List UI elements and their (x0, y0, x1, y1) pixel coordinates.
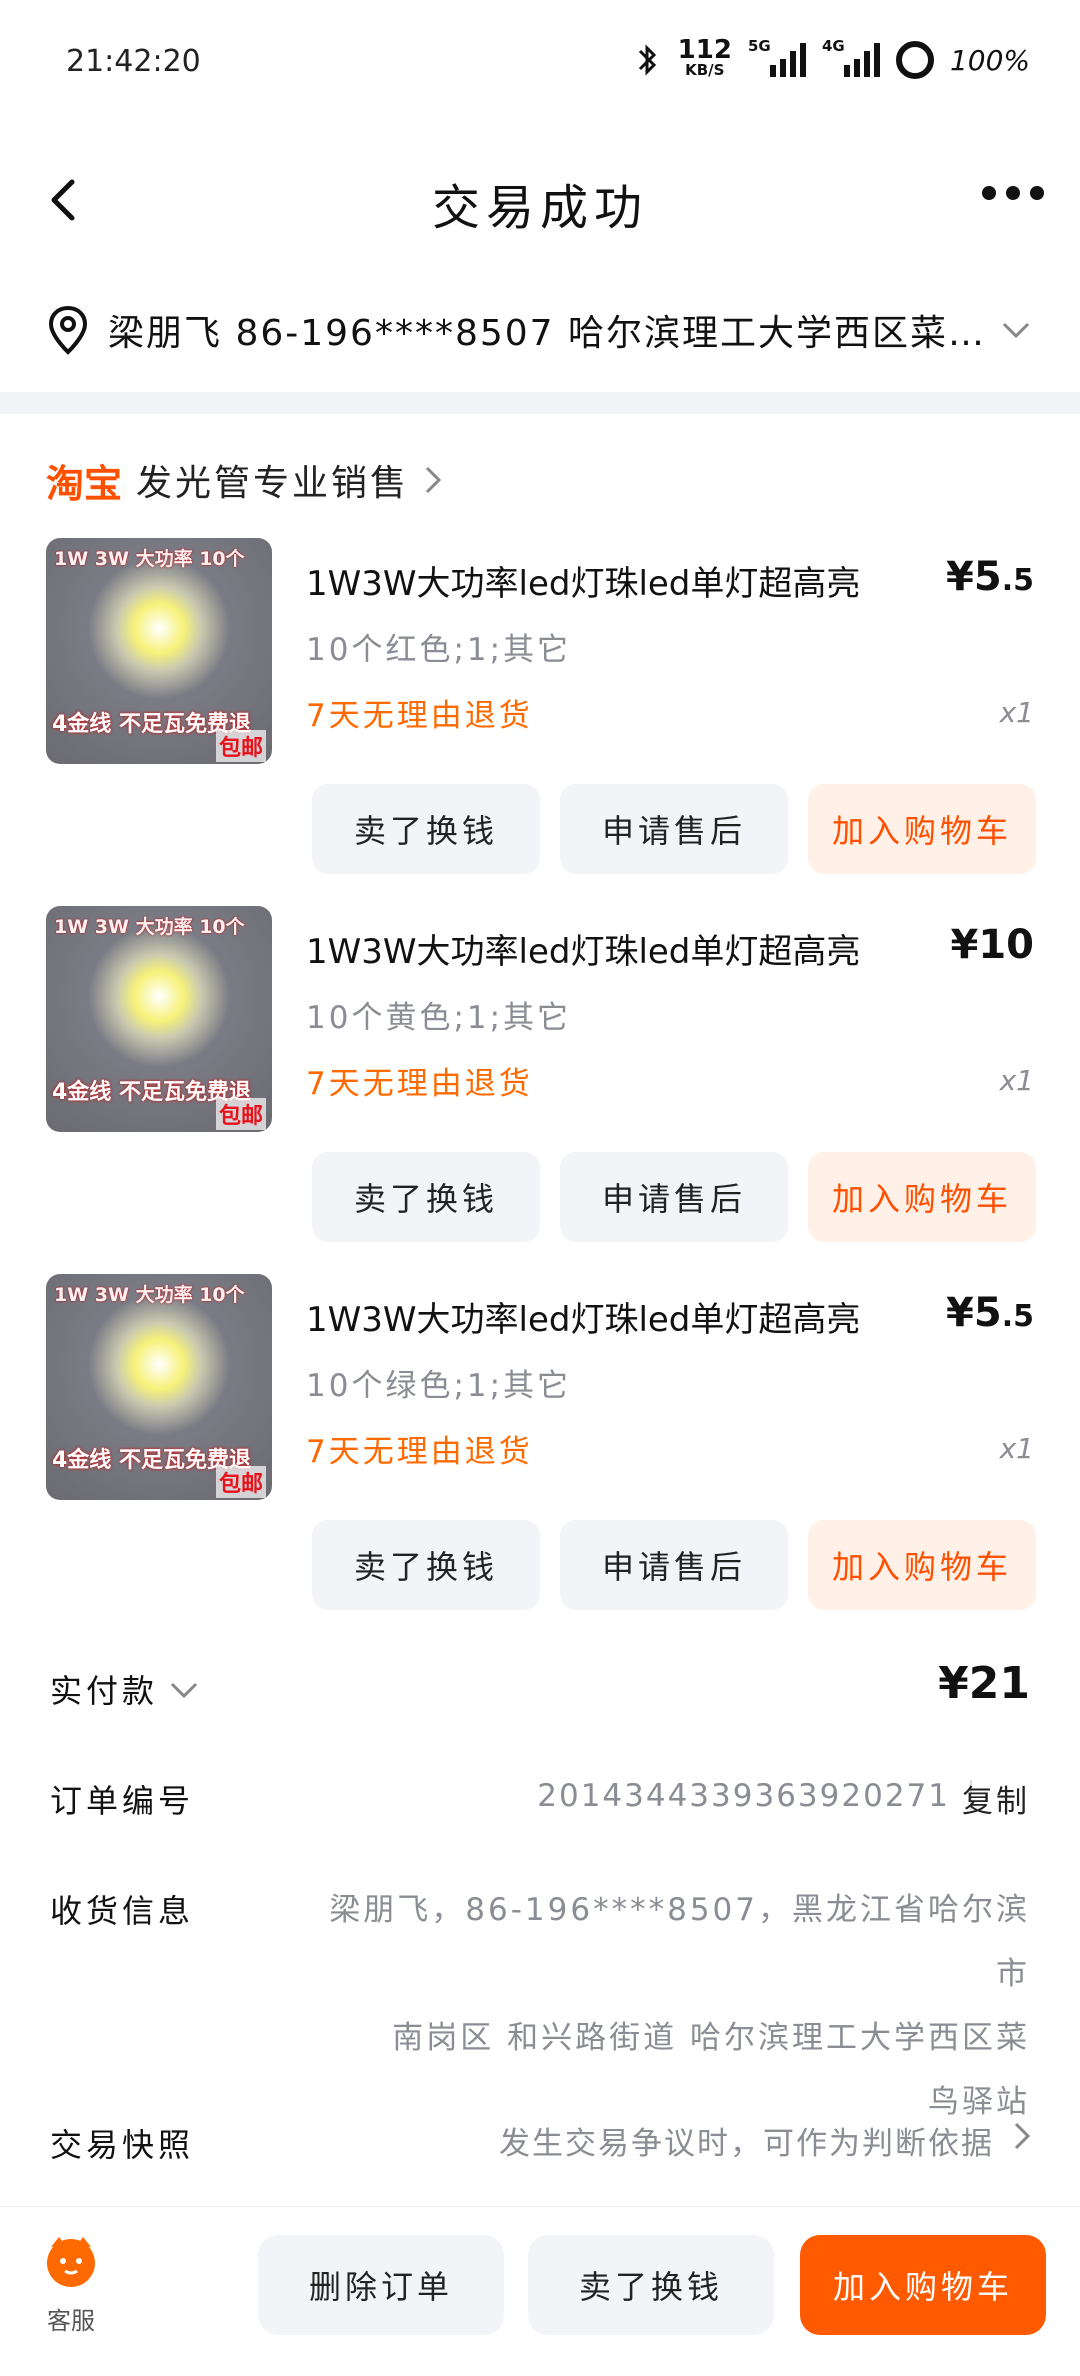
product-title[interactable]: 1W3W大功率led灯珠led单灯超高亮 (306, 1292, 886, 1341)
return-policy: 7天无理由退货 (306, 698, 533, 734)
snapshot-value[interactable]: 发生交易争议时，可作为判断依据 (499, 2118, 994, 2163)
product-quantity: x1 (999, 696, 1034, 729)
status-time: 21:42:20 (66, 44, 201, 79)
section-divider (0, 392, 1080, 414)
price-main: ¥5 (946, 1290, 1002, 1336)
sell-button[interactable]: 卖了换钱 (312, 784, 540, 874)
signal-4g-label: 4G (821, 37, 845, 55)
paid-amount-label[interactable]: 实付款 (50, 1666, 158, 1712)
product-quantity: x1 (999, 1432, 1034, 1465)
address-summary[interactable]: 梁朋飞 86-196****8507 哈尔滨理工大学西区菜鸟... (0, 290, 1080, 370)
sell-button[interactable]: 卖了换钱 (312, 1152, 540, 1242)
thumb-caption-top: 1W 3W 大功率 10个 (54, 1284, 245, 1306)
taobao-logo: 淘宝 (46, 461, 123, 506)
order-item: 1W 3W 大功率 10个 4金线 不足瓦免费退 包邮 1W3W大功率led灯珠… (0, 906, 1080, 1274)
product-spec: 10个黄色;1;其它 (306, 1000, 572, 1036)
thumb-badge: 包邮 (215, 1098, 266, 1130)
signal-4g-icon: 4G (822, 37, 880, 77)
network-speed: 112 KB/S (677, 35, 732, 80)
battery-level: 100% (949, 43, 1030, 77)
delivery-line: 南岗区 和兴路街道 哈尔滨理工大学西区菜 (392, 2020, 1030, 2056)
sell-button[interactable]: 卖了换钱 (312, 1520, 540, 1610)
order-number-label: 订单编号 (50, 1782, 195, 1820)
shop-name: 发光管专业销售 (136, 463, 410, 504)
thumb-badge: 包邮 (215, 1466, 266, 1498)
customer-service-icon (47, 2237, 95, 2287)
product-thumbnail[interactable]: 1W 3W 大功率 10个 4金线 不足瓦免费退 包邮 (46, 538, 272, 764)
signal-5g-label: 5G (747, 37, 771, 55)
after-sale-button[interactable]: 申请售后 (560, 1152, 788, 1242)
price-main: ¥10 (950, 922, 1035, 968)
paid-amount-value: ¥21 (938, 1658, 1030, 1709)
order-item: 1W 3W 大功率 10个 4金线 不足瓦免费退 包邮 1W3W大功率led灯珠… (0, 1274, 1080, 1642)
signal-5g-icon: 5G (748, 37, 806, 77)
thumb-badge: 包邮 (215, 730, 266, 762)
customer-service-button[interactable]: 客服 (36, 2233, 106, 2336)
network-speed-value: 112 (677, 35, 732, 65)
product-thumbnail[interactable]: 1W 3W 大功率 10个 4金线 不足瓦免费退 包邮 (46, 1274, 272, 1500)
chevron-right-icon (425, 466, 442, 494)
sell-button[interactable]: 卖了换钱 (528, 2235, 774, 2335)
price-decimal: .5 (1001, 563, 1034, 598)
chevron-right-icon[interactable] (1012, 2120, 1032, 2152)
chevron-down-icon[interactable] (168, 1674, 200, 1706)
nav-header: 交易成功 (0, 150, 1080, 250)
add-to-cart-button[interactable]: 加入购物车 (808, 1152, 1036, 1242)
address-text: 梁朋飞 86-196****8507 哈尔滨理工大学西区菜鸟... (108, 313, 988, 354)
product-spec: 10个红色;1;其它 (306, 632, 572, 668)
product-price: ¥10 (951, 922, 1035, 968)
bluetooth-icon (638, 44, 656, 76)
thumb-caption-top: 1W 3W 大功率 10个 (54, 916, 245, 938)
page-title: 交易成功 (431, 180, 648, 236)
order-item: 1W 3W 大功率 10个 4金线 不足瓦免费退 包邮 1W3W大功率led灯珠… (0, 538, 1080, 906)
customer-service-label: 客服 (47, 2307, 95, 2335)
add-to-cart-button[interactable]: 加入购物车 (800, 2235, 1046, 2335)
delete-order-button[interactable]: 删除订单 (258, 2235, 504, 2335)
return-policy: 7天无理由退货 (306, 1434, 533, 1470)
delivery-info-value: 梁朋飞，86-196****8507，黑龙江省哈尔滨市 南岗区 和兴路街道 哈尔… (310, 1878, 1030, 2134)
chevron-down-icon (1002, 322, 1030, 339)
return-policy: 7天无理由退货 (306, 1066, 533, 1102)
more-options-icon[interactable] (982, 186, 1044, 200)
network-speed-unit: KB/S (685, 61, 725, 79)
status-icons: 112 KB/S 5G 4G 100% (634, 35, 1030, 80)
product-quantity: x1 (999, 1064, 1034, 1097)
add-to-cart-button[interactable]: 加入购物车 (808, 1520, 1036, 1610)
copy-button[interactable]: 复制 (962, 1776, 1030, 1821)
battery-icon (895, 41, 934, 79)
price-main: ¥5 (946, 554, 1002, 600)
add-to-cart-button[interactable]: 加入购物车 (808, 784, 1036, 874)
bottom-action-bar: 客服 删除订单 卖了换钱 加入购物车 (0, 2206, 1080, 2376)
status-bar: 21:42:20 112 KB/S 5G 4G 100% (0, 0, 1080, 120)
product-price: ¥5.5 (946, 554, 1034, 600)
product-title[interactable]: 1W3W大功率led灯珠led单灯超高亮 (306, 924, 886, 973)
product-title[interactable]: 1W3W大功率led灯珠led单灯超高亮 (306, 556, 886, 605)
product-price: ¥5.5 (946, 1290, 1034, 1336)
order-number-value: 2014344339363920271 (537, 1778, 950, 1814)
thumb-caption-top: 1W 3W 大功率 10个 (54, 548, 245, 570)
shop-header[interactable]: 淘宝 发光管专业销售 (46, 450, 443, 510)
after-sale-button[interactable]: 申请售后 (560, 784, 788, 874)
product-thumbnail[interactable]: 1W 3W 大功率 10个 4金线 不足瓦免费退 包邮 (46, 906, 272, 1132)
snapshot-label[interactable]: 交易快照 (50, 2120, 194, 2166)
delivery-info-label: 收货信息 (50, 1892, 195, 1930)
price-decimal: .5 (1001, 1299, 1034, 1334)
delivery-line: 梁朋飞，86-196****8507，黑龙江省哈尔滨市 (329, 1892, 1030, 1992)
location-pin-icon (48, 305, 88, 355)
order-detail-page: 21:42:20 112 KB/S 5G 4G 100% 交易成功 梁朋飞 86… (0, 0, 1080, 2376)
product-spec: 10个绿色;1;其它 (306, 1368, 572, 1404)
after-sale-button[interactable]: 申请售后 (560, 1520, 788, 1610)
